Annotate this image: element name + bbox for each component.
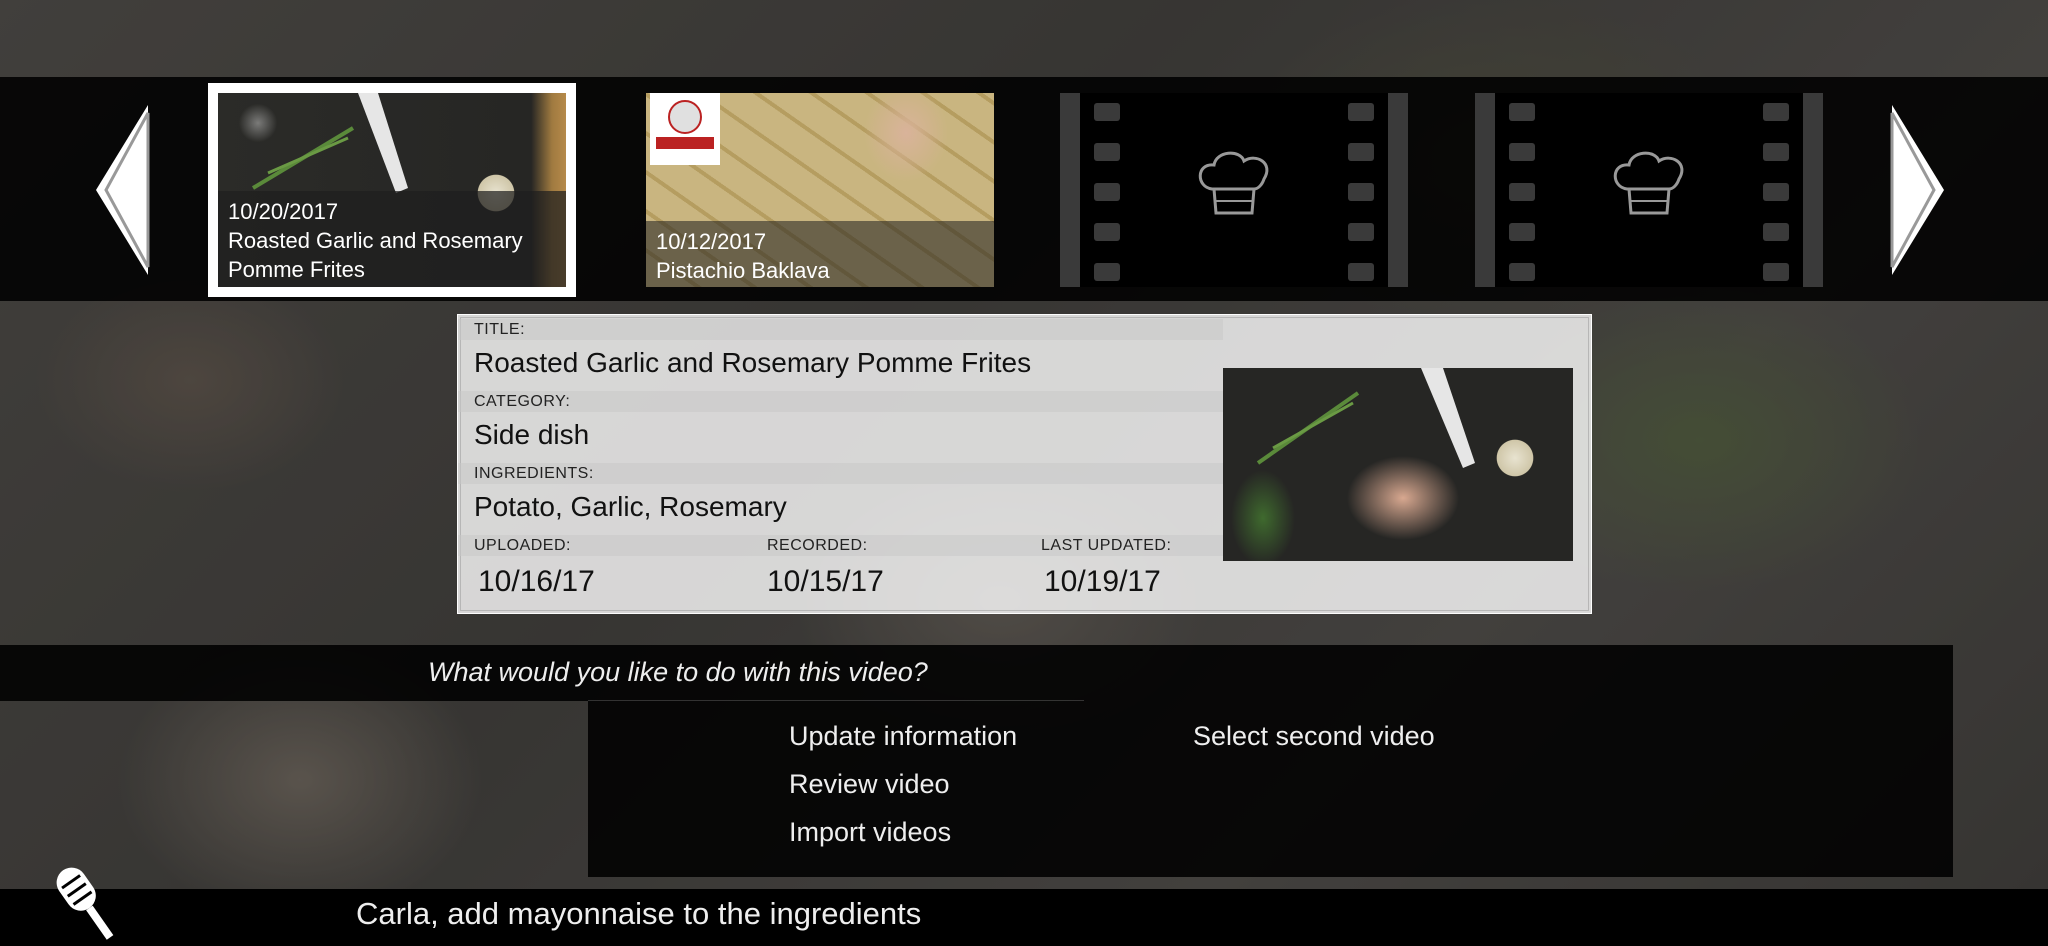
video-thumbnail-1[interactable]: 10/20/2017 Roasted Garlic and Rosemary P… — [208, 83, 576, 297]
thumbnail-caption: 10/12/2017 Pistachio Baklava — [646, 221, 994, 287]
chevron-right-icon[interactable] — [1884, 105, 1944, 275]
category-label: CATEGORY: — [458, 391, 1223, 412]
video-placeholder-4[interactable] — [1475, 93, 1823, 287]
title-label: TITLE: — [458, 319, 1223, 340]
film-holes — [1763, 103, 1789, 287]
action-prompt-text: What would you like to do with this vide… — [428, 657, 928, 687]
video-thumbnail-2[interactable]: 10/12/2017 Pistachio Baklava — [646, 93, 994, 287]
chef-hat-icon — [1613, 151, 1684, 215]
video-preview[interactable] — [1223, 368, 1573, 561]
select-second-video-option[interactable]: Select second video — [1193, 721, 1435, 752]
video-title: Pistachio Baklava — [656, 258, 830, 283]
rosemary-icon — [1256, 391, 1360, 465]
uploaded-value: 10/16/17 — [478, 565, 595, 598]
chevron-left-icon[interactable] — [96, 105, 156, 275]
rosemary-icon — [251, 126, 355, 190]
uploaded-label: UPLOADED: — [474, 537, 571, 554]
video-date: 10/12/2017 — [656, 229, 767, 254]
video-placeholder-3[interactable] — [1060, 93, 1408, 287]
film-strip — [1475, 93, 1495, 287]
video-title: Roasted Garlic and Rosemary Pomme Frites — [228, 228, 523, 282]
knife-icon — [1421, 368, 1475, 468]
knife-icon — [358, 93, 408, 193]
ingredients-label: INGREDIENTS: — [458, 463, 1223, 484]
recorded-value: 10/15/17 — [767, 565, 884, 598]
import-videos-option[interactable]: Import videos — [789, 817, 951, 848]
action-prompt-bar: What would you like to do with this vide… — [0, 645, 1953, 701]
film-holes — [1348, 103, 1374, 287]
film-holes — [1094, 103, 1120, 287]
film-strip — [1388, 93, 1408, 287]
review-video-option[interactable]: Review video — [789, 769, 950, 800]
thumbnail-caption: 10/20/2017 Roasted Garlic and Rosemary P… — [218, 191, 566, 287]
recorded-label: RECORDED: — [767, 537, 868, 554]
microphone-icon[interactable] — [48, 862, 120, 946]
last-updated-label: LAST UPDATED: — [1041, 537, 1172, 554]
film-strip — [1060, 93, 1080, 287]
video-details-panel: TITLE: Roasted Garlic and Rosemary Pomme… — [457, 314, 1592, 614]
action-menu: Update information Review video Import v… — [588, 701, 1953, 877]
last-updated-value: 10/19/17 — [1044, 565, 1161, 598]
voice-command-text: Carla, add mayonnaise to the ingredients — [356, 896, 922, 931]
film-holes — [1509, 103, 1535, 287]
film-strip — [1803, 93, 1823, 287]
update-information-option[interactable]: Update information — [789, 721, 1017, 752]
chef-hat-icon — [1198, 151, 1269, 215]
title-value[interactable]: Roasted Garlic and Rosemary Pomme Frites — [474, 347, 1031, 379]
category-value[interactable]: Side dish — [474, 419, 589, 451]
voice-command-bar — [0, 889, 2048, 946]
ingredients-value[interactable]: Potato, Garlic, Rosemary — [474, 491, 787, 523]
video-carousel: 10/20/2017 Roasted Garlic and Rosemary P… — [0, 77, 2048, 301]
video-date: 10/20/2017 — [228, 199, 339, 224]
subscribe-badge-icon — [650, 93, 720, 165]
